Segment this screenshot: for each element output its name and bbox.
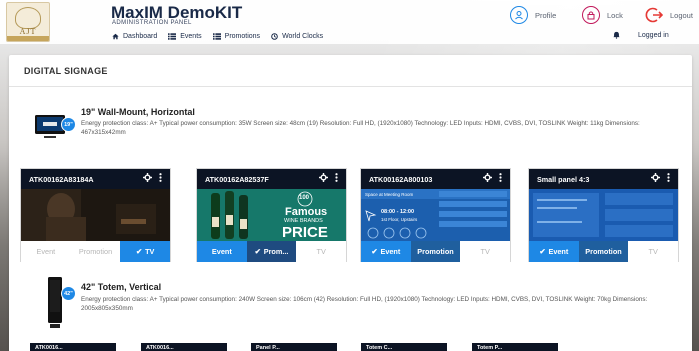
main-nav: Dashboard Events Promotions World Clocks (112, 30, 323, 42)
lock-label: Lock (607, 10, 623, 20)
check-icon: ✔ (371, 247, 378, 256)
event-toggle[interactable]: ✔ Event (529, 241, 579, 262)
check-icon: ✔ (539, 247, 546, 256)
logout-label: Logout (670, 10, 693, 20)
size-badge: 19" (61, 117, 76, 132)
promotion-toggle-label: Promotion (417, 247, 454, 256)
group-description: Energy protection class: A+ Typical powe… (81, 120, 640, 136)
profile-button[interactable]: Profile (510, 6, 556, 24)
gear-icon[interactable] (651, 173, 660, 182)
event-toggle-label: Event (36, 247, 56, 256)
card-title: Small panel 4:3 (537, 175, 590, 184)
group-description: Energy protection class: A+ Typical powe… (81, 296, 648, 312)
screen-time-text: 08:00 - 12:00 (381, 209, 415, 215)
lock-icon (582, 6, 600, 24)
promotion-toggle-label: Promotion (78, 247, 113, 256)
event-toggle[interactable]: Event (197, 241, 247, 262)
nav-promotions-label: Promotions (224, 32, 261, 40)
list-icon (168, 32, 177, 40)
event-toggle-label: Event (380, 247, 401, 256)
logout-button[interactable]: Logout (645, 6, 693, 24)
signage-card[interactable]: Small panel 4:3 ✔ Event Promotion TV (528, 168, 679, 262)
clock-icon (271, 32, 278, 40)
nav-promotions[interactable]: Promotions (212, 32, 261, 40)
promotion-toggle-label: Prom... (263, 247, 289, 256)
home-icon (112, 33, 119, 39)
more-vertical-icon[interactable] (159, 173, 162, 182)
logo-letters: AJT (19, 27, 37, 36)
screen-place-text: 1st Floor, Upstairs (381, 217, 418, 222)
panel-title: DIGITAL SIGNAGE (24, 66, 108, 76)
totem-icon (48, 277, 62, 328)
tv-toggle-label: TV (145, 247, 155, 256)
tv-toggle[interactable]: TV (296, 241, 347, 262)
card-title: ATK00162A800103 (369, 175, 433, 184)
event-toggle-label: Event (211, 247, 232, 256)
nav-events[interactable]: Events (168, 32, 202, 40)
gear-icon[interactable] (483, 173, 492, 182)
signage-card[interactable]: ATK00162A83184A Event Promotion ✔ TV (20, 168, 171, 262)
group-title: 19" Wall-Mount, Horizontal (81, 107, 195, 117)
nav-dashboard-label: Dashboard (123, 32, 158, 40)
promo-headline: Famous (285, 206, 328, 218)
tv-toggle[interactable]: ✔ TV (120, 241, 171, 262)
logged-in-status: Logged in (613, 31, 669, 39)
logo-emblem-icon (15, 7, 41, 29)
check-icon: ✔ (254, 247, 261, 256)
card-title: ATK00162A83184A (29, 175, 94, 184)
nav-world-clocks[interactable]: World Clocks (271, 33, 323, 40)
logout-icon (645, 6, 663, 24)
card-preview-image: 100 Famous WINE BRANDS PRICE (197, 189, 346, 241)
event-toggle[interactable]: Event (21, 241, 71, 262)
signage-card-header[interactable]: ATK0016... (30, 343, 116, 351)
divider (9, 86, 692, 87)
digital-signage-panel: DIGITAL SIGNAGE 19" 19" Wall-Mount, Hori… (9, 55, 692, 351)
card-preview-image: Space at Meeting Room 08:00 - 12:00 1st … (361, 189, 510, 241)
gear-icon[interactable] (319, 173, 328, 182)
gear-icon[interactable] (143, 173, 152, 182)
more-vertical-icon[interactable] (335, 173, 338, 182)
tv-toggle[interactable]: TV (628, 241, 679, 262)
card-preview-image (21, 189, 170, 241)
profile-icon (510, 6, 528, 24)
signage-card-header[interactable]: Totem C... (361, 343, 447, 351)
promo-price: PRICE (282, 224, 328, 241)
lock-button[interactable]: Lock (582, 6, 623, 24)
promotion-toggle[interactable]: Promotion (70, 241, 121, 262)
promo-seal-text: 100 (299, 195, 310, 201)
more-vertical-icon[interactable] (667, 173, 670, 182)
nav-world-clocks-label: World Clocks (282, 32, 324, 40)
logo[interactable]: AJT (6, 2, 50, 42)
check-icon: ✔ (135, 247, 143, 256)
app-subtitle: ADMINISTRATION PANEL (112, 20, 192, 26)
event-toggle[interactable]: ✔ Event (361, 241, 411, 262)
signage-card-header[interactable]: ATK0016... (141, 343, 227, 351)
nav-dashboard[interactable]: Dashboard (112, 33, 157, 40)
top-header: AJT MaxIM DemoKIT ADMINISTRATION PANEL D… (0, 0, 699, 44)
group-title: 42" Totem, Vertical (81, 282, 162, 292)
logged-in-label: Logged in (638, 31, 669, 39)
signage-card-header[interactable]: Totem P... (472, 343, 558, 351)
bell-icon[interactable] (613, 31, 620, 39)
promotion-toggle[interactable]: Promotion (410, 241, 461, 262)
tv-toggle-label: TV (316, 247, 326, 256)
signage-card[interactable]: ATK00162A82537F 100 Famous WINE BRANDS P… (196, 168, 347, 262)
card-preview-image (529, 189, 678, 241)
signage-card-header[interactable]: Panel P... (251, 343, 337, 351)
tv-toggle[interactable]: TV (460, 241, 511, 262)
card-title: ATK00162A82537F (205, 175, 269, 184)
tv-toggle-label: TV (480, 247, 490, 256)
signage-card[interactable]: ATK00162A800103 Space at Meeting Room 08… (360, 168, 511, 262)
nav-events-label: Events (180, 32, 202, 40)
promotion-toggle[interactable]: Promotion (578, 241, 629, 262)
screen-room-text: Space at Meeting Room (365, 192, 414, 197)
promotion-toggle-label: Promotion (585, 247, 622, 256)
tv-toggle-label: TV (648, 247, 658, 256)
size-badge: 42" (61, 286, 76, 301)
event-toggle-label: Event (548, 247, 569, 256)
promotion-toggle[interactable]: ✔ Prom... (246, 241, 297, 262)
more-vertical-icon[interactable] (499, 173, 502, 182)
list-icon (212, 32, 221, 40)
profile-label: Profile (535, 10, 557, 20)
